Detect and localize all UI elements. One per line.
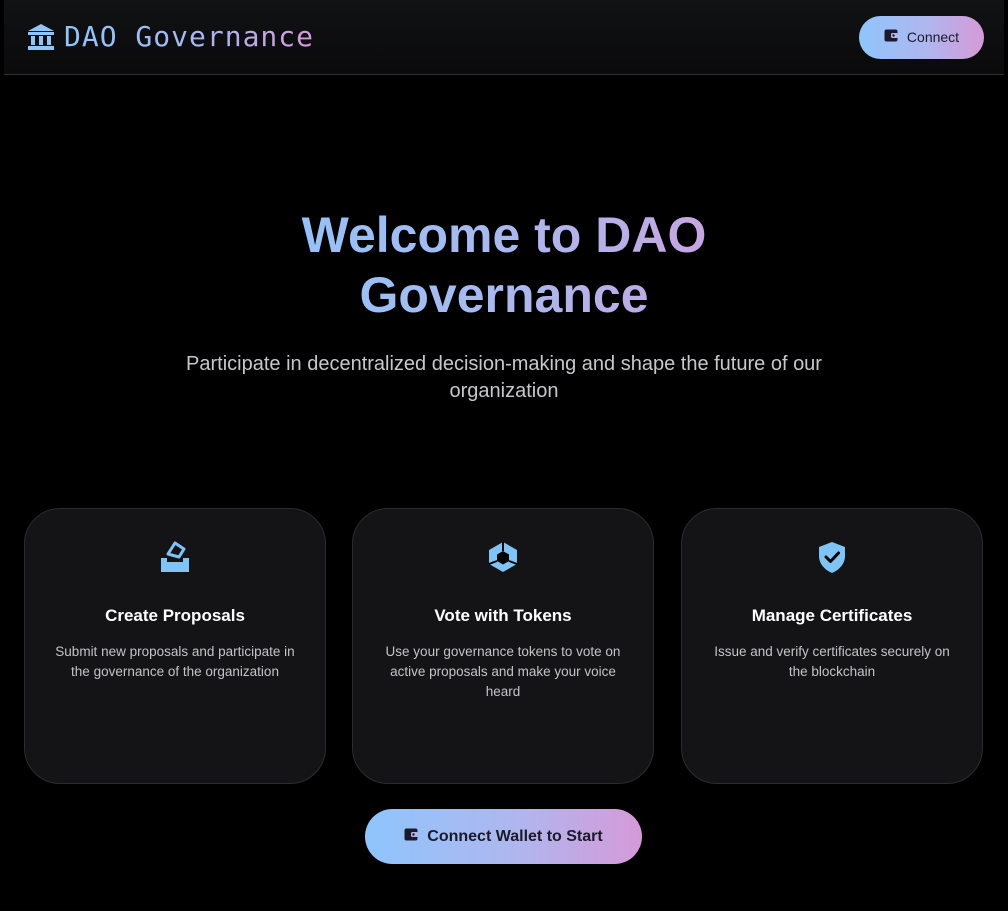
hero-title: Welcome to DAO Governance xyxy=(244,205,764,325)
feature-card-manage-certificates: Manage Certificates Issue and verify cer… xyxy=(681,508,983,784)
bank-icon xyxy=(26,22,56,52)
ballot-box-icon xyxy=(157,539,193,575)
brand-title: DAO Governance xyxy=(64,20,315,53)
feature-card-description: Submit new proposals and participate in … xyxy=(55,644,295,679)
feature-card-title: Vote with Tokens xyxy=(434,606,572,625)
feature-cards: Create Proposals Submit new proposals an… xyxy=(24,508,984,784)
connect-wallet-button-label: Connect Wallet to Start xyxy=(427,827,603,845)
token-cube-icon xyxy=(485,539,521,575)
feature-card-description: Use your governance tokens to vote on ac… xyxy=(385,644,621,699)
connect-button-label: Connect xyxy=(906,29,960,45)
feature-card-title: Manage Certificates xyxy=(751,606,913,625)
feature-card-vote-with-tokens: Vote with Tokens Use your governance tok… xyxy=(352,508,654,784)
hero-subtitle: Participate in decentralized decision-ma… xyxy=(186,353,822,402)
feature-card-title: Create Proposals xyxy=(105,606,245,625)
connect-button[interactable]: Connect xyxy=(859,15,984,59)
connect-wallet-button[interactable]: Connect Wallet to Start xyxy=(365,809,642,864)
feature-card-description: Issue and verify certificates securely o… xyxy=(714,644,950,679)
navbar: DAO Governance Connect xyxy=(4,0,1004,75)
wallet-icon xyxy=(884,29,898,45)
brand[interactable]: DAO Governance xyxy=(26,22,314,52)
wallet-icon xyxy=(404,828,419,846)
shield-check-icon xyxy=(814,539,850,575)
feature-card-create-proposals: Create Proposals Submit new proposals an… xyxy=(24,508,326,784)
hero-section: Welcome to DAO Governance Participate in… xyxy=(0,205,1008,405)
